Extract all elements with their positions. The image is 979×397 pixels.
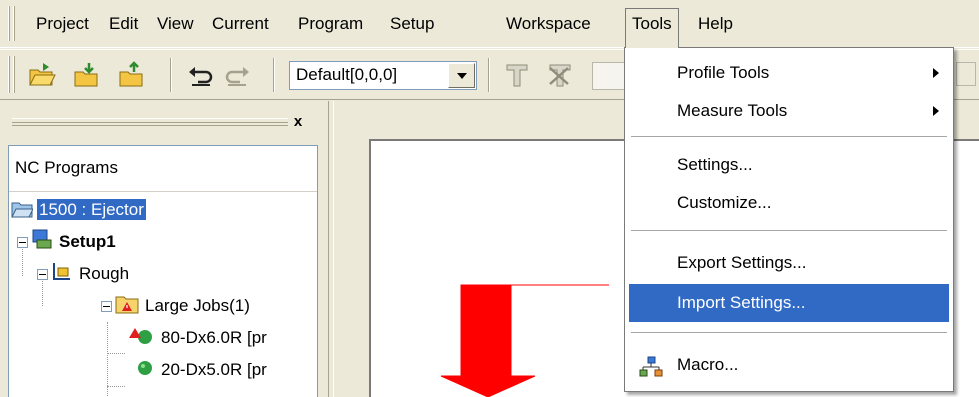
menu-separator [631, 332, 947, 333]
tree-connector [107, 353, 125, 354]
redo-icon[interactable] [222, 60, 252, 90]
menu-item-export-settings[interactable]: Export Settings... [629, 244, 949, 282]
tree-item-program[interactable]: 1500 : Ejector [11, 194, 146, 225]
menu-item-label: Macro... [677, 355, 739, 374]
tree-item-setup[interactable]: Setup1 [17, 226, 118, 257]
tree-item-label: Setup1 [59, 232, 116, 251]
explorer-panel: x NC Programs 1500 : Ejector Setup1 Roug… [0, 101, 328, 397]
setup-icon [31, 228, 53, 260]
open-folder-down-icon[interactable] [72, 60, 102, 90]
workplane-combo[interactable]: Default[0,0,0] [289, 61, 477, 90]
tools-menu: Profile Tools Measure Tools Settings... … [624, 47, 954, 392]
menu-separator [631, 136, 947, 137]
toolbar-overflow-icon[interactable] [956, 62, 976, 86]
toolbar-grip-2[interactable] [13, 56, 15, 93]
submenu-arrow-icon [933, 106, 939, 116]
tree-header: NC Programs [9, 146, 317, 192]
panel-splitter[interactable] [328, 101, 342, 397]
menu-item-label: Profile Tools [677, 63, 770, 82]
menu-item-measure-tools[interactable]: Measure Tools [629, 92, 949, 130]
menu-bar: Project Edit View Current Program Setup … [0, 0, 979, 48]
collapse-icon[interactable] [37, 269, 48, 280]
collapse-icon[interactable] [101, 301, 112, 312]
menubar-grip-2[interactable] [13, 6, 15, 41]
tree-item-rough[interactable]: Rough [37, 258, 131, 289]
tree-item-label: 1500 : Ejector [37, 199, 146, 220]
menu-item-label: Measure Tools [677, 101, 788, 120]
warning-folder-icon [115, 293, 139, 324]
chevron-down-icon[interactable] [448, 63, 475, 88]
tree-item-label: Large Jobs(1) [145, 296, 250, 315]
tree-item-label: 80-Dx6.0R [pr [161, 328, 267, 347]
menu-edit[interactable]: Edit [103, 8, 144, 40]
ok-job-icon [129, 357, 155, 388]
submenu-arrow-icon [933, 68, 939, 78]
toolbar-separator [273, 58, 275, 92]
open-folder-icon[interactable] [27, 60, 57, 90]
close-icon[interactable]: x [289, 114, 307, 131]
toolbar-separator [170, 58, 172, 92]
menu-item-import-settings[interactable]: Import Settings... [629, 284, 949, 322]
folder-icon [11, 197, 34, 228]
tree-item-job[interactable]: 20-Dx5.0R [pr [129, 354, 269, 385]
tool-icon[interactable] [502, 60, 532, 90]
tree-item-large-jobs[interactable]: Large Jobs(1) [101, 290, 252, 321]
tool-delete-icon[interactable] [545, 60, 575, 90]
menu-item-customize[interactable]: Customize... [629, 184, 949, 222]
tree-item-label: Rough [79, 264, 130, 283]
toolbar-separator [488, 58, 490, 92]
menu-tools[interactable]: Tools [625, 8, 679, 48]
tree-connector [107, 386, 125, 387]
rough-icon [51, 260, 73, 292]
menu-view[interactable]: View [151, 8, 200, 40]
menu-setup[interactable]: Setup [384, 8, 440, 40]
menu-workspace[interactable]: Workspace [500, 8, 597, 40]
tree-item-job[interactable]: 80-Dx6.0R [pr [129, 322, 269, 353]
menu-project[interactable]: Project [30, 8, 95, 40]
menu-item-settings[interactable]: Settings... [629, 146, 949, 184]
menu-current[interactable]: Current [206, 8, 275, 40]
tree-item-label: 20-Dx5.0R [pr [161, 360, 267, 379]
nc-programs-tree[interactable]: NC Programs 1500 : Ejector Setup1 Rough … [8, 145, 318, 397]
panel-grip[interactable] [12, 118, 288, 126]
macro-icon [639, 354, 663, 392]
workplane-combo-value: Default[0,0,0] [296, 65, 398, 84]
toolbar-grip[interactable] [8, 56, 10, 93]
menubar-grip[interactable] [8, 6, 10, 41]
open-folder-up-icon[interactable] [117, 60, 147, 90]
menu-item-profile-tools[interactable]: Profile Tools [629, 54, 949, 92]
collapse-icon[interactable] [17, 237, 28, 248]
menu-help[interactable]: Help [692, 8, 739, 40]
error-job-icon [129, 325, 155, 356]
menu-separator [631, 230, 947, 231]
undo-icon[interactable] [186, 60, 216, 90]
menu-program[interactable]: Program [292, 8, 369, 40]
menu-item-macro[interactable]: Macro... [629, 346, 949, 384]
